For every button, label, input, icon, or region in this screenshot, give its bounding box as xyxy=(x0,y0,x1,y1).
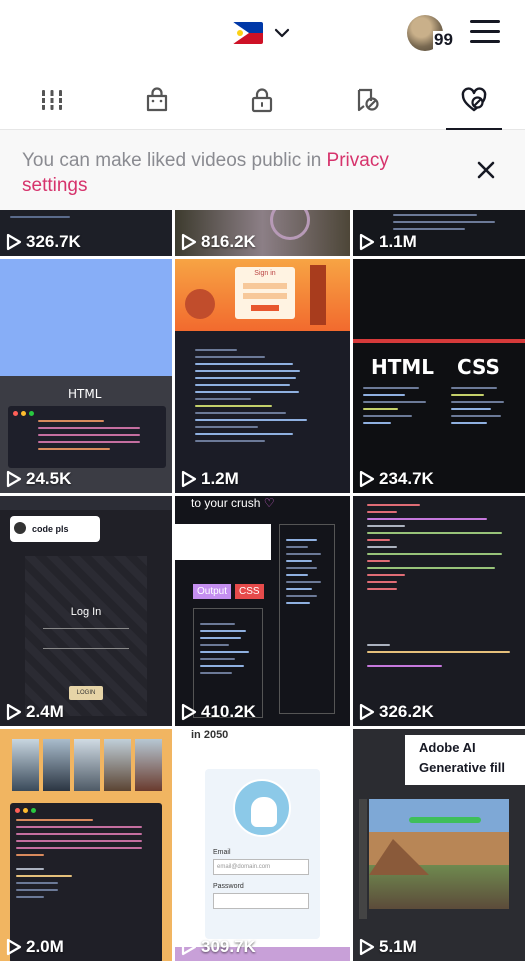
notification-count-badge: 99 xyxy=(433,30,454,49)
video-thumbnail[interactable]: HTML 24.5K xyxy=(0,259,172,493)
css-label: CSS xyxy=(457,355,500,379)
video-thumbnail[interactable]: HTML CSS 234.7K xyxy=(353,259,525,493)
play-icon xyxy=(6,703,22,721)
video-thumbnail[interactable]: 326.7K xyxy=(0,210,172,256)
html-label: HTML xyxy=(68,387,102,401)
overlay-subtitle: Generative fill xyxy=(419,760,505,775)
video-thumbnail[interactable]: 816.2K xyxy=(175,210,350,256)
email-label: Email xyxy=(213,849,231,856)
video-thumbnail[interactable]: in 2050 Email email@domain.com Password … xyxy=(175,729,350,961)
reposts-icon xyxy=(357,88,379,112)
view-count: 24.5K xyxy=(6,469,71,489)
videos-grid-icon xyxy=(41,90,64,110)
play-icon xyxy=(359,470,375,488)
play-icon xyxy=(181,470,197,488)
shop-bag-icon xyxy=(146,87,168,112)
output-label: Output xyxy=(193,584,232,599)
tab-reposts[interactable] xyxy=(338,78,398,130)
region-selector[interactable] xyxy=(233,22,291,44)
liked-privacy-notice: You can make liked videos public in Priv… xyxy=(0,130,525,210)
html-label: HTML xyxy=(371,355,435,379)
view-count: 816.2K xyxy=(181,232,256,252)
hamburger-menu-icon[interactable] xyxy=(470,20,500,46)
view-count: 2.0M xyxy=(6,937,64,957)
tab-liked[interactable] xyxy=(444,78,504,131)
comment-bubble: code pls xyxy=(32,524,69,534)
video-thumbnail[interactable]: Adobe AI Generative fill 5.1M xyxy=(353,729,525,961)
play-icon xyxy=(181,938,197,956)
play-icon xyxy=(359,938,375,956)
overlay-title: Adobe AI xyxy=(419,740,476,755)
view-count: 326.7K xyxy=(6,232,81,252)
play-icon xyxy=(181,233,197,251)
video-thumbnail[interactable]: to your crush ♡ Output CSS 410.2K xyxy=(175,496,350,726)
video-caption: to your crush ♡ xyxy=(191,496,275,510)
tab-shop[interactable] xyxy=(127,78,187,130)
profile-tabs xyxy=(0,78,525,131)
view-count: 410.2K xyxy=(181,702,256,722)
profile-top-bar: 99 xyxy=(0,0,525,72)
password-label: Password xyxy=(213,883,244,890)
tab-videos[interactable] xyxy=(22,78,82,130)
play-icon xyxy=(359,233,375,251)
login-title: Log In xyxy=(70,606,102,618)
view-count: 234.7K xyxy=(359,469,434,489)
tab-private[interactable] xyxy=(232,78,292,130)
sign-in-title: Sign in xyxy=(254,270,276,277)
philippines-flag-icon xyxy=(233,22,263,44)
view-count: 326.2K xyxy=(359,702,434,722)
video-thumbnail[interactable]: code pls Log In LOGIN 2.4M xyxy=(0,496,172,726)
liked-videos-icon xyxy=(461,87,487,112)
view-count: 1.2M xyxy=(181,469,239,489)
close-icon[interactable] xyxy=(474,158,498,182)
view-count: 5.1M xyxy=(359,937,417,957)
play-icon xyxy=(359,703,375,721)
video-thumbnail[interactable]: Sign in 1.2M xyxy=(175,259,350,493)
play-icon xyxy=(6,233,22,251)
liked-videos-grid: 326.7K 816.2K 1.1M HTML 24.5K Sign in 1.… xyxy=(0,210,525,961)
private-lock-icon xyxy=(251,88,273,113)
email-field: email@domain.com xyxy=(213,859,309,875)
video-thumbnail[interactable]: 2.0M xyxy=(0,729,172,961)
view-count: 309.7K xyxy=(181,937,256,957)
view-count: 2.4M xyxy=(6,702,64,722)
chevron-down-icon xyxy=(274,28,290,38)
play-icon xyxy=(6,938,22,956)
login-button: LOGIN xyxy=(69,686,103,700)
video-thumbnail[interactable]: 326.2K xyxy=(353,496,525,726)
profile-avatar-button[interactable]: 99 xyxy=(407,15,457,55)
play-icon xyxy=(181,703,197,721)
video-caption: in 2050 xyxy=(191,729,229,741)
css-label: CSS xyxy=(235,584,264,599)
video-thumbnail[interactable]: 1.1M xyxy=(353,210,525,256)
notice-text: You can make liked videos public in Priv… xyxy=(22,150,389,196)
play-icon xyxy=(6,470,22,488)
view-count: 1.1M xyxy=(359,232,417,252)
